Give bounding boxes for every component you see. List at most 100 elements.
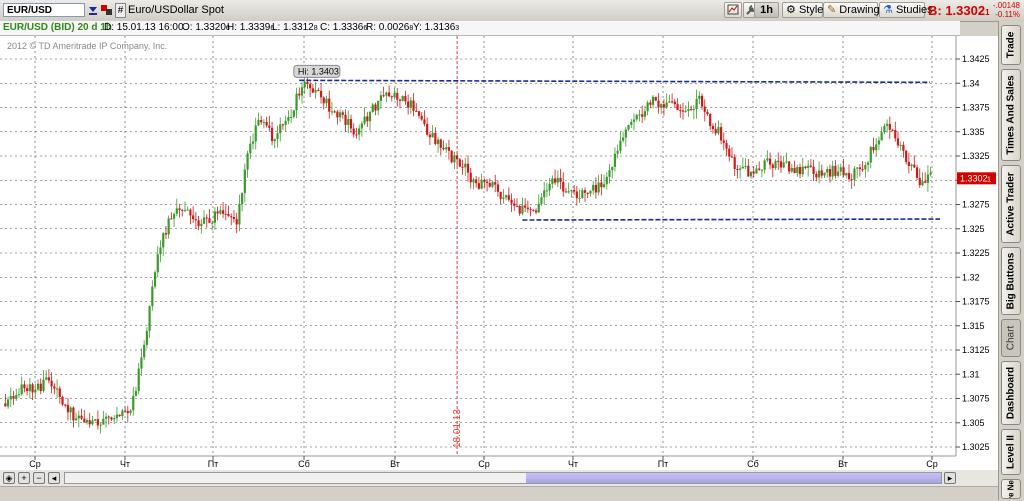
candle-body[interactable] bbox=[398, 99, 402, 101]
candle-body[interactable] bbox=[847, 173, 851, 180]
candle-body[interactable] bbox=[439, 139, 442, 148]
candle-body[interactable] bbox=[450, 150, 453, 163]
candle-body[interactable] bbox=[518, 205, 521, 214]
candle-body[interactable] bbox=[875, 144, 878, 151]
candle-body[interactable] bbox=[137, 368, 140, 392]
candle-body[interactable] bbox=[581, 190, 584, 198]
candle-body[interactable] bbox=[464, 163, 467, 168]
candle-body[interactable] bbox=[872, 146, 875, 151]
candle-body[interactable] bbox=[382, 95, 385, 97]
candle-body[interactable] bbox=[687, 109, 690, 111]
candle-body[interactable] bbox=[665, 102, 668, 108]
candle-body[interactable] bbox=[573, 189, 576, 192]
candle-body[interactable] bbox=[64, 404, 67, 406]
candle-body[interactable] bbox=[749, 171, 753, 177]
price-chart[interactable]: 1.34251.341.33751.3351.33251.331.32751.3… bbox=[0, 36, 998, 470]
candle-body[interactable] bbox=[695, 98, 698, 110]
candle-body[interactable] bbox=[502, 197, 505, 199]
candle-body[interactable] bbox=[918, 177, 921, 186]
candle-body[interactable] bbox=[796, 167, 799, 174]
candle-body[interactable] bbox=[864, 165, 867, 170]
candle-body[interactable] bbox=[570, 189, 573, 192]
candle-body[interactable] bbox=[12, 396, 15, 399]
candle-body[interactable] bbox=[662, 104, 666, 108]
candle-body[interactable] bbox=[915, 167, 919, 178]
candle-body[interactable] bbox=[319, 90, 323, 98]
symbol-dropdown-icon[interactable] bbox=[87, 3, 99, 18]
candle-body[interactable] bbox=[480, 179, 483, 189]
scroll-left-icon[interactable]: ◂ bbox=[48, 472, 60, 484]
candle-body[interactable] bbox=[807, 165, 810, 168]
candle-body[interactable] bbox=[88, 420, 91, 425]
candle-body[interactable] bbox=[344, 114, 347, 125]
link-icon[interactable] bbox=[100, 3, 114, 18]
candle-body[interactable] bbox=[496, 184, 500, 192]
candle-body[interactable] bbox=[113, 418, 116, 420]
candle-body[interactable] bbox=[257, 120, 260, 126]
candle-body[interactable] bbox=[768, 158, 772, 165]
candle-body[interactable] bbox=[540, 197, 543, 204]
candle-body[interactable] bbox=[850, 179, 853, 181]
candle-body[interactable] bbox=[387, 92, 391, 97]
candle-body[interactable] bbox=[415, 110, 418, 112]
candle-body[interactable] bbox=[246, 153, 249, 170]
candle-body[interactable] bbox=[447, 147, 451, 151]
candle-body[interactable] bbox=[616, 150, 619, 154]
candle-body[interactable] bbox=[709, 114, 712, 126]
candle-body[interactable] bbox=[831, 165, 834, 177]
candle-body[interactable] bbox=[888, 124, 891, 130]
candle-body[interactable] bbox=[379, 95, 383, 101]
candle-body[interactable] bbox=[322, 97, 325, 104]
candle-body[interactable] bbox=[804, 166, 807, 168]
candle-body[interactable] bbox=[641, 114, 644, 117]
candle-body[interactable] bbox=[619, 140, 622, 151]
candle-body[interactable] bbox=[317, 89, 320, 91]
candle-body[interactable] bbox=[469, 172, 472, 183]
candle-body[interactable] bbox=[336, 111, 339, 118]
candle-body[interactable] bbox=[94, 419, 97, 421]
candle-body[interactable] bbox=[83, 418, 86, 423]
candle-body[interactable] bbox=[611, 166, 614, 171]
candle-body[interactable] bbox=[262, 122, 265, 124]
candle-body[interactable] bbox=[53, 386, 56, 389]
candle-body[interactable] bbox=[4, 403, 7, 407]
zoom-in-icon[interactable]: + bbox=[18, 472, 30, 484]
candle-body[interactable] bbox=[118, 414, 121, 417]
candle-body[interactable] bbox=[219, 210, 222, 214]
candle-body[interactable] bbox=[834, 165, 837, 176]
candle-body[interactable] bbox=[260, 120, 263, 123]
candle-body[interactable] bbox=[613, 153, 617, 167]
candle-body[interactable] bbox=[434, 132, 437, 144]
candle-body[interactable] bbox=[279, 124, 282, 134]
candle-body[interactable] bbox=[532, 209, 535, 211]
candle-body[interactable] bbox=[485, 181, 489, 183]
candle-body[interactable] bbox=[393, 92, 396, 98]
candle-body[interactable] bbox=[241, 193, 244, 204]
candle-body[interactable] bbox=[6, 399, 10, 407]
candle-body[interactable] bbox=[227, 214, 230, 217]
candle-body[interactable] bbox=[183, 210, 187, 212]
candle-body[interactable] bbox=[926, 174, 930, 183]
candle-body[interactable] bbox=[129, 410, 132, 414]
candle-body[interactable] bbox=[823, 172, 826, 176]
candle-body[interactable] bbox=[657, 100, 660, 108]
candle-body[interactable] bbox=[534, 210, 538, 213]
candle-body[interactable] bbox=[681, 110, 685, 112]
candle-body[interactable] bbox=[325, 98, 328, 104]
chart-settings-icon[interactable] bbox=[724, 2, 742, 18]
candle-body[interactable] bbox=[311, 88, 314, 93]
candle-body[interactable] bbox=[910, 164, 913, 166]
candle-body[interactable] bbox=[880, 132, 883, 141]
candle-body[interactable] bbox=[91, 420, 94, 425]
candle-body[interactable] bbox=[401, 96, 404, 101]
candle-body[interactable] bbox=[55, 388, 59, 390]
candle-body[interactable] bbox=[303, 81, 306, 88]
candle-body[interactable] bbox=[309, 84, 312, 89]
candle-body[interactable] bbox=[684, 110, 687, 112]
candle-body[interactable] bbox=[894, 130, 897, 139]
candle-body[interactable] bbox=[205, 217, 208, 219]
candle-body[interactable] bbox=[145, 330, 148, 345]
candle-body[interactable] bbox=[156, 254, 159, 273]
candle-body[interactable] bbox=[47, 377, 51, 381]
candle-body[interactable] bbox=[760, 169, 764, 171]
